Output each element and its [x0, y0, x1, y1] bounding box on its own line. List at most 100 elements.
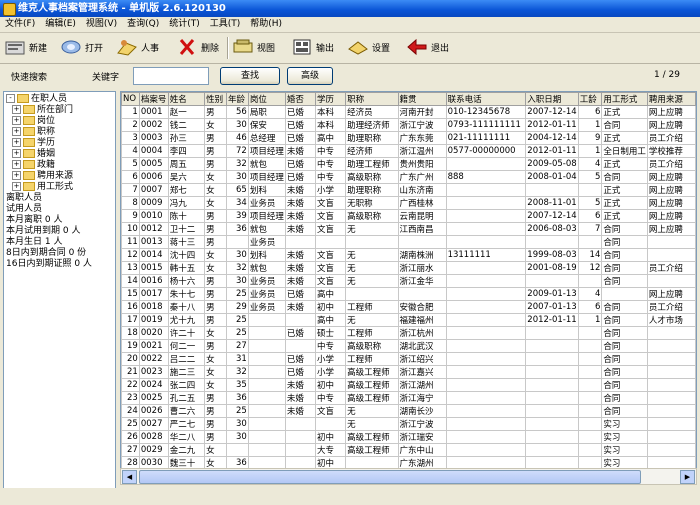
table-cell[interactable] — [646, 352, 696, 366]
table-cell[interactable]: 女 — [204, 118, 227, 132]
table-cell[interactable]: 2007-12-14 — [525, 209, 579, 223]
table-cell[interactable]: 贵州贵阳 — [397, 157, 447, 171]
table-cell[interactable]: 男 — [204, 157, 227, 171]
table-cell[interactable]: 36 — [225, 391, 249, 405]
table-cell[interactable]: 全日制用工 — [601, 144, 648, 158]
table-row[interactable]: 16 0018 秦十八男 29 业务员 未婚 初中 工程师 安徽合肥 2007-01-13 6 合同员… — [121, 300, 696, 314]
table-cell[interactable]: 安徽合肥 — [397, 300, 447, 314]
table-cell[interactable]: 30 — [225, 274, 249, 288]
table-cell[interactable] — [525, 430, 579, 444]
table-cell[interactable]: 35 — [225, 378, 249, 392]
scroll-right-icon[interactable]: ▶ — [680, 470, 695, 484]
table-cell[interactable]: 女 — [204, 196, 227, 210]
table-cell[interactable]: 0018 — [138, 300, 169, 314]
tree-item-trial-due[interactable]: 本月试用到期 0 人 — [6, 226, 80, 237]
table-cell[interactable]: 0002 — [138, 118, 169, 132]
table-cell[interactable]: 021-11111111 — [445, 131, 527, 145]
table-cell[interactable] — [445, 339, 527, 353]
table-cell[interactable]: 27 — [121, 443, 140, 457]
tree-item-month-resign[interactable]: 本月离职 0 人 — [6, 215, 62, 226]
table-cell[interactable]: 网上应聘 — [646, 287, 696, 301]
table-cell[interactable] — [525, 404, 579, 418]
table-cell[interactable]: 实习 — [601, 443, 648, 457]
category-tree[interactable]: - 在职人员 + 所在部门 + 岗位 + 职称 + 学历 + 婚姻 + 政籍 + 聘用来源 + 用… — [3, 91, 116, 503]
table-row[interactable]: 17 0019 尤十九男 25 高中无福建福州 2012-01-11 1 合同 人才市场 — [121, 313, 696, 327]
table-cell[interactable]: 888 — [445, 170, 527, 184]
table-cell[interactable] — [445, 326, 527, 340]
table-cell[interactable]: 已婚 — [284, 365, 316, 379]
table-row[interactable]: 18 0020 许二十女 25 已婚 硕士 工程师 浙江杭州 合同 — [121, 326, 696, 340]
table-cell[interactable]: 无 — [345, 417, 399, 431]
collapse-icon[interactable]: - — [6, 94, 15, 103]
table-cell[interactable]: 39 — [225, 209, 249, 223]
table-cell[interactable]: 高级职称 — [345, 170, 399, 184]
menu-tools[interactable]: 工具(T) — [205, 17, 246, 32]
table-cell[interactable]: 6 — [577, 105, 603, 119]
table-cell[interactable]: 未婚 — [284, 209, 316, 223]
table-cell[interactable]: 网上应聘 — [646, 170, 696, 184]
table-cell[interactable] — [445, 352, 527, 366]
table-cell[interactable] — [577, 365, 603, 379]
table-cell[interactable]: 未婚 — [284, 300, 316, 314]
table-cell[interactable]: 男 — [204, 313, 227, 327]
table-cell[interactable]: 合同 — [601, 118, 648, 132]
tree-item-trial[interactable]: 试用人员 — [6, 204, 42, 215]
table-row[interactable]: 12 0014 沈十四女 30 划科 未婚 文盲无湖南株洲 13111111 1999-08-0… — [121, 248, 696, 262]
column-header[interactable]: 籍贯 — [397, 92, 447, 106]
table-cell[interactable]: 施二三 — [167, 365, 206, 379]
table-cell[interactable] — [646, 404, 696, 418]
table-cell[interactable]: 小学 — [314, 352, 347, 366]
table-row[interactable]: 22 0024 张二四女 35 未婚 初中 高级工程师 浙江湖州 合同 — [121, 378, 696, 392]
table-cell[interactable]: 湖南长沙 — [397, 404, 447, 418]
table-cell[interactable]: 合同 — [601, 378, 648, 392]
table-cell[interactable]: 已婚 — [284, 287, 316, 301]
table-cell[interactable] — [525, 365, 579, 379]
table-cell[interactable] — [445, 274, 527, 288]
table-cell[interactable]: 合同 — [601, 261, 648, 275]
table-cell[interactable]: 硕士 — [314, 326, 347, 340]
table-cell[interactable] — [247, 378, 286, 392]
table-cell[interactable] — [445, 287, 527, 301]
column-header[interactable]: 姓名 — [167, 92, 206, 106]
table-cell[interactable]: 中专 — [314, 391, 347, 405]
table-cell[interactable] — [247, 339, 286, 353]
table-cell[interactable]: 0001 — [138, 105, 169, 119]
table-cell[interactable]: 0023 — [138, 365, 169, 379]
scrollbar-thumb[interactable] — [139, 470, 641, 484]
table-cell[interactable] — [577, 430, 603, 444]
menu-view[interactable]: 视图(V) — [81, 17, 122, 32]
table-cell[interactable]: 助理职称 — [345, 131, 399, 145]
table-cell[interactable] — [525, 378, 579, 392]
table-cell[interactable]: 已婚 — [284, 352, 316, 366]
table-cell[interactable]: 高中 — [314, 313, 347, 327]
table-cell[interactable]: 湖南株洲 — [397, 248, 447, 262]
expand-icon[interactable]: + — [12, 171, 21, 180]
table-cell[interactable]: 010-12345678 — [445, 105, 527, 119]
table-cell[interactable]: 男 — [204, 131, 227, 145]
table-cell[interactable]: 合同 — [601, 170, 648, 184]
tree-item-contract-due[interactable]: 8日内到期合同 0 份 — [6, 248, 86, 259]
table-cell[interactable] — [247, 443, 286, 457]
table-cell[interactable]: 65 — [225, 183, 249, 197]
table-cell[interactable]: 浙江宁波 — [397, 118, 447, 132]
table-row[interactable]: 26 0028 华二八男 30 初中 高级工程师 浙江瑞安 实习 — [121, 430, 696, 444]
tree-item-politics[interactable]: + 政籍 — [12, 160, 55, 171]
table-cell[interactable]: 经济师 — [345, 144, 399, 158]
table-cell[interactable]: 高级工程师 — [345, 378, 399, 392]
table-cell[interactable]: 小学 — [314, 183, 347, 197]
tree-item-education[interactable]: + 学历 — [12, 138, 55, 149]
table-cell[interactable] — [247, 326, 286, 340]
table-cell[interactable] — [525, 326, 579, 340]
table-cell[interactable]: 吕二二 — [167, 352, 206, 366]
table-cell[interactable]: 46 — [225, 131, 249, 145]
column-header[interactable]: NO — [121, 92, 140, 106]
table-cell[interactable]: 16 — [121, 300, 140, 314]
table-cell[interactable]: 1 — [577, 118, 603, 132]
table-cell[interactable]: 女 — [204, 352, 227, 366]
table-cell[interactable]: 项目经理 — [247, 144, 286, 158]
table-cell[interactable]: 合同 — [601, 339, 648, 353]
table-cell[interactable]: 业务员 — [247, 274, 286, 288]
table-cell[interactable] — [601, 287, 648, 301]
table-cell[interactable]: 女 — [204, 248, 227, 262]
table-cell[interactable] — [445, 378, 527, 392]
